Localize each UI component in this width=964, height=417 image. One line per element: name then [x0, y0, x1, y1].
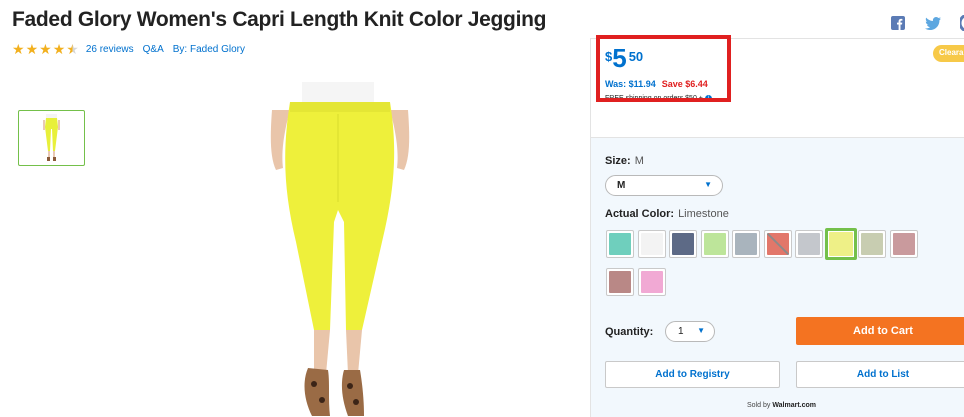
more-share-icon[interactable]	[956, 14, 964, 32]
product-page: Faded Glory Women's Capri Length Knit Co…	[0, 0, 964, 417]
color-swatch-navy-floral[interactable]	[669, 230, 697, 258]
color-swatch-pink[interactable]	[637, 268, 666, 296]
chevron-down-icon: ▼	[704, 180, 712, 189]
color-swatch-mauve-heather[interactable]	[606, 268, 634, 296]
sold-by-prefix: Sold by	[747, 402, 771, 409]
qa-link[interactable]: Q&A	[143, 44, 164, 55]
color-swatch-light-green[interactable]	[700, 230, 729, 258]
star-icon: ★	[25, 41, 39, 57]
add-to-list-button[interactable]: Add to List	[796, 361, 964, 388]
star-icon: ★	[52, 41, 66, 57]
size-label: Size: M	[605, 155, 644, 167]
price-highlight-box	[596, 35, 731, 102]
product-thumbnail[interactable]	[18, 110, 85, 166]
brand-link[interactable]: By: Faded Glory	[173, 44, 245, 55]
product-title: Faded Glory Women's Capri Length Knit Co…	[12, 8, 547, 31]
clearance-badge: Clearance	[933, 45, 964, 62]
size-label-text: Size:	[605, 155, 631, 167]
color-swatch-teal[interactable]	[606, 230, 634, 258]
color-swatch-limestone[interactable]	[824, 228, 857, 260]
twitter-icon[interactable]	[924, 14, 942, 32]
star-icon: ★	[39, 41, 52, 57]
jegging-image	[270, 82, 410, 416]
star-icon: ★	[12, 41, 25, 57]
color-label-text: Actual Color:	[605, 208, 675, 220]
size-dropdown[interactable]: M ▼	[605, 175, 723, 196]
color-swatch-dusty-rose[interactable]	[889, 230, 918, 258]
color-swatch-coral-unavailable[interactable]	[763, 230, 792, 258]
main-product-image[interactable]	[250, 82, 430, 417]
quantity-dropdown[interactable]: 1 ▼	[665, 321, 715, 342]
half-star-icon: ★	[66, 41, 79, 57]
seller-name: Walmart.com	[772, 402, 817, 409]
color-swatch-white[interactable]	[637, 230, 666, 258]
color-label: Actual Color: Limestone	[605, 208, 729, 220]
facebook-icon[interactable]	[889, 14, 907, 32]
chevron-down-icon: ▼	[697, 326, 705, 335]
product-meta: ★ ★ ★ ★ ★ 26 reviews Q&A By: Faded Glory	[12, 42, 254, 56]
color-value: Limestone	[678, 208, 729, 220]
color-swatch-sage[interactable]	[858, 230, 886, 258]
sold-by: Sold by Walmart.com	[747, 402, 816, 409]
quantity-label: Quantity:	[605, 326, 654, 338]
star-rating[interactable]: ★ ★ ★ ★ ★	[12, 42, 80, 56]
thumbnail-image	[43, 114, 60, 161]
quantity-value: 1	[678, 326, 684, 337]
reviews-link[interactable]: 26 reviews	[86, 44, 134, 55]
size-selected: M	[617, 180, 626, 191]
color-swatch-gray-floral[interactable]	[795, 230, 823, 258]
color-swatch-gray-pattern[interactable]	[732, 230, 760, 258]
add-to-cart-button[interactable]: Add to Cart	[796, 317, 964, 345]
add-to-registry-button[interactable]: Add to Registry	[605, 361, 780, 388]
size-value: M	[634, 155, 644, 167]
